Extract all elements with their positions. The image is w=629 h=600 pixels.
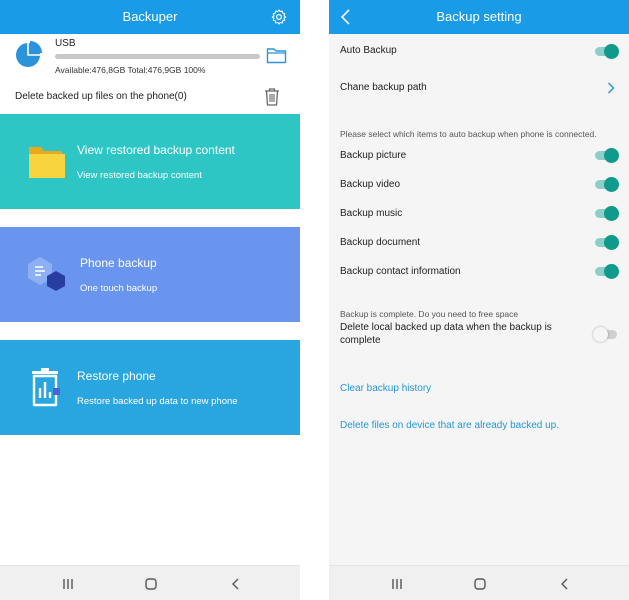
backup-document-row: Backup document xyxy=(329,233,629,259)
backup-path-label: Chane backup path xyxy=(340,82,427,93)
delete-backed-up-files-label: Delete backed up files on the phone(0) xyxy=(15,91,187,102)
chevron-right-icon xyxy=(608,82,615,94)
toggle-knob xyxy=(604,177,619,192)
backup-document-label: Backup document xyxy=(340,237,421,248)
card-subtitle: Restore backed up data to new phone xyxy=(77,396,238,407)
free-space-note: Backup is complete. Do you need to free … xyxy=(340,309,519,319)
backup-path-row[interactable]: Chane backup path xyxy=(329,70,629,104)
clear-backup-history-link[interactable]: Clear backup history xyxy=(340,383,431,394)
backup-music-toggle[interactable] xyxy=(595,206,619,221)
backup-video-label: Backup video xyxy=(340,179,401,190)
backup-contact-label: Backup contact information xyxy=(340,266,461,277)
delete-local-toggle[interactable] xyxy=(593,327,617,342)
delete-backed-up-files-link[interactable]: Delete files on device that are already … xyxy=(340,420,559,431)
backuper-screen: Backuper USB Available:476,8GB Total:476… xyxy=(0,0,300,600)
backup-music-label: Backup music xyxy=(340,208,403,219)
backup-video-toggle[interactable] xyxy=(595,177,619,192)
recent-apps-icon[interactable] xyxy=(61,577,75,591)
backup-contact-toggle[interactable] xyxy=(595,264,619,279)
auto-backup-label: Auto Backup xyxy=(340,45,397,56)
toggle-knob xyxy=(604,235,619,250)
card-title: Phone backup xyxy=(80,256,157,270)
backup-contact-row: Backup contact information xyxy=(329,262,629,288)
backup-music-row: Backup music xyxy=(329,204,629,230)
system-navbar xyxy=(0,565,300,600)
toggle-knob xyxy=(593,327,608,342)
delete-local-label-line1: Delete local backed up data when the bac… xyxy=(340,322,552,333)
delete-backed-up-files-row[interactable]: Delete backed up files on the phone(0) xyxy=(0,86,300,110)
card-subtitle: One touch backup xyxy=(80,283,158,294)
restore-phone-card[interactable]: Restore phone Restore backed up data to … xyxy=(0,340,300,435)
backup-setting-screen: Backup setting Auto Backup Chane backup … xyxy=(329,0,629,600)
home-icon[interactable] xyxy=(473,577,487,591)
view-restored-content-card[interactable]: View restored backup content View restor… xyxy=(0,114,300,209)
backup-document-toggle[interactable] xyxy=(595,235,619,250)
app-title: Backuper xyxy=(122,9,178,24)
folder-icon xyxy=(29,147,65,178)
backup-picture-label: Backup picture xyxy=(340,150,407,161)
back-icon[interactable] xyxy=(229,577,243,591)
toggle-knob xyxy=(604,264,619,279)
delete-local-row: Delete local backed up data when the bac… xyxy=(329,322,629,350)
back-icon[interactable] xyxy=(558,577,572,591)
storage-capacity-text: Available:476,8GB Total:476,9GB 100% xyxy=(55,65,206,75)
card-title: Restore phone xyxy=(77,369,156,383)
toggle-knob xyxy=(604,44,619,59)
storage-pie-icon xyxy=(16,41,42,67)
backup-icon xyxy=(28,257,65,291)
system-navbar xyxy=(329,565,629,600)
phone-backup-card[interactable]: Phone backup One touch backup xyxy=(0,227,300,322)
storage-usage-bar xyxy=(55,54,260,59)
folder-icon[interactable] xyxy=(266,46,287,64)
storage-usage-fill xyxy=(55,54,260,59)
backup-video-row: Backup video xyxy=(329,175,629,201)
card-title: View restored backup content xyxy=(77,143,235,157)
app-bar: Backuper xyxy=(0,0,300,34)
backup-picture-row: Backup picture xyxy=(329,146,629,172)
home-icon[interactable] xyxy=(144,577,158,591)
delete-local-label-line2: complete xyxy=(340,335,381,346)
gear-icon[interactable] xyxy=(270,8,288,26)
toggle-knob xyxy=(604,206,619,221)
storage-info: USB Available:476,8GB Total:476,9GB 100% xyxy=(0,34,300,86)
restore-icon xyxy=(32,368,60,407)
backup-picture-toggle[interactable] xyxy=(595,148,619,163)
auto-backup-toggle[interactable] xyxy=(595,44,619,59)
card-subtitle: View restored backup content xyxy=(77,170,202,181)
auto-backup-items-note: Please select which items to auto backup… xyxy=(340,129,597,139)
auto-backup-row: Auto Backup xyxy=(329,34,629,68)
toggle-knob xyxy=(604,148,619,163)
recent-apps-icon[interactable] xyxy=(390,577,404,591)
trash-icon[interactable] xyxy=(264,87,280,106)
app-bar: Backup setting xyxy=(329,0,629,34)
storage-device-label: USB xyxy=(55,38,76,49)
app-title: Backup setting xyxy=(436,9,522,24)
